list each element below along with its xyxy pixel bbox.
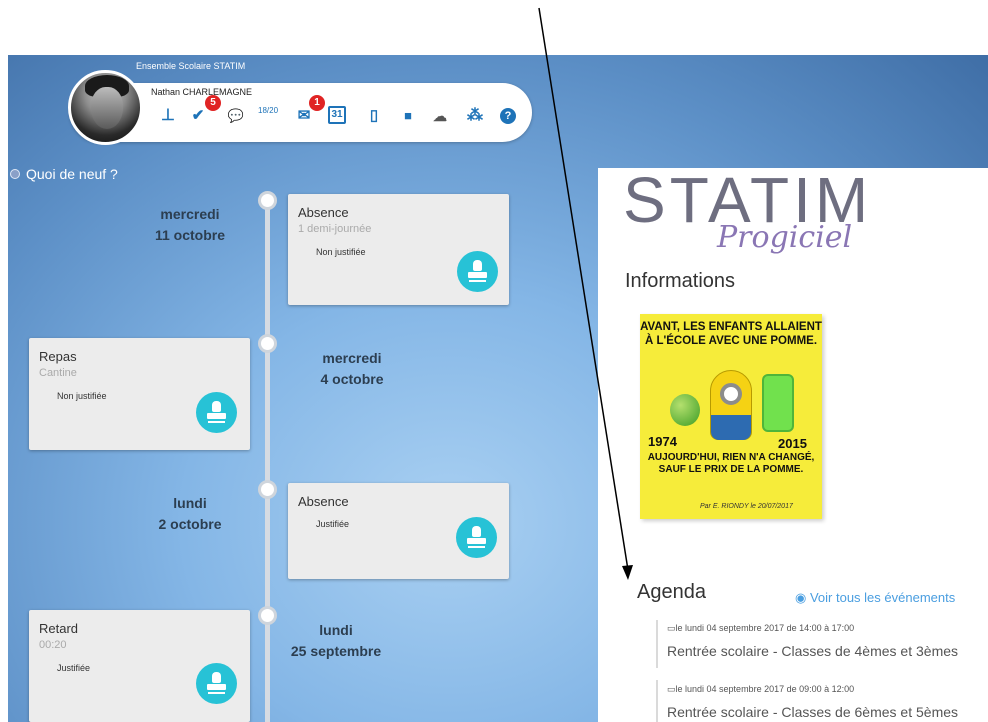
event-subtitle: Cantine bbox=[39, 367, 77, 379]
timeline-day-date: 2 octobre bbox=[158, 516, 222, 532]
timeline-day: lundi bbox=[319, 622, 353, 638]
timeline-day: mercredi bbox=[322, 350, 382, 366]
event-title: Absence bbox=[298, 494, 349, 509]
notebook-icon[interactable]: ▯ bbox=[364, 106, 384, 126]
timeline-date: mercredi 11 octobre bbox=[120, 204, 260, 246]
justify-button[interactable] bbox=[456, 517, 497, 558]
agenda-event-title[interactable]: Rentrée scolaire - Classes de 6èmes et 5… bbox=[667, 704, 958, 720]
calendar-icon[interactable]: 31 bbox=[328, 106, 346, 124]
feed-title-label: Quoi de neuf ? bbox=[26, 166, 118, 182]
chat-icon[interactable]: 💬 bbox=[226, 106, 246, 126]
agenda-title: Agenda bbox=[637, 581, 706, 603]
folder-icon[interactable]: ■ bbox=[398, 106, 418, 126]
apple-icon bbox=[670, 394, 700, 426]
user-name: Nathan CHARLEMAGNE bbox=[151, 87, 253, 97]
cloud-icon[interactable]: ☁ bbox=[430, 106, 450, 126]
justify-button[interactable] bbox=[457, 251, 498, 292]
meme-year-1974: 1974 bbox=[648, 434, 677, 449]
stamp-icon bbox=[212, 672, 221, 683]
timeline-date: mercredi 4 octobre bbox=[282, 348, 422, 390]
event-status: Non justifiée bbox=[316, 247, 366, 257]
logo-progiciel: Progiciel bbox=[717, 220, 853, 255]
timeline-date: lundi 2 octobre bbox=[120, 493, 260, 535]
timeline-node bbox=[258, 191, 277, 210]
agenda-event-title[interactable]: Rentrée scolaire - Classes de 4èmes et 3… bbox=[667, 643, 958, 659]
meme-top-text: AVANT, LES ENFANTS ALLAIENT À L'ÉCOLE AV… bbox=[640, 321, 822, 347]
calendar-small-icon: ▭ bbox=[667, 684, 676, 694]
timeline-day-date: 25 septembre bbox=[290, 643, 382, 659]
timeline-day-date: 4 octobre bbox=[320, 371, 384, 387]
stamp-icon bbox=[473, 260, 482, 271]
timeline-day: lundi bbox=[173, 495, 207, 511]
agenda-event-date: ▭le lundi 04 septembre 2017 de 14:00 à 1… bbox=[667, 623, 855, 633]
event-title: Retard bbox=[39, 621, 79, 636]
agenda-event-date: ▭le lundi 04 septembre 2017 de 09:00 à 1… bbox=[667, 684, 855, 694]
agenda-link-label: Voir tous les événements bbox=[809, 590, 956, 605]
event-status: Justifiée bbox=[57, 663, 91, 673]
school-name: Ensemble Scolaire STATIM bbox=[136, 61, 246, 71]
agenda-event-rule bbox=[656, 620, 658, 668]
meme-bottom-text: AUJOURD'HUI, RIEN N'A CHANGÉ, SAUF LE PR… bbox=[647, 452, 815, 475]
minion-icon bbox=[710, 370, 752, 440]
event-card-absence[interactable]: Absence Justifiée bbox=[288, 483, 509, 579]
network-icon[interactable]: ⁂ bbox=[465, 106, 485, 126]
event-status: Non justifiée bbox=[57, 391, 107, 401]
phone-icon bbox=[762, 374, 794, 432]
feed-title: Quoi de neuf ? bbox=[10, 166, 118, 182]
timeline-day-date: 11 octobre bbox=[154, 227, 226, 243]
timeline-day: mercredi bbox=[160, 206, 220, 222]
meme-year-2015: 2015 bbox=[778, 436, 807, 451]
grades-icon[interactable]: ⊥ bbox=[158, 106, 178, 126]
event-title: Absence bbox=[298, 205, 349, 220]
calendar-small-icon: ▭ bbox=[667, 623, 676, 633]
agenda-see-all-link[interactable]: ◉ Voir tous les événements bbox=[795, 590, 955, 606]
stamp-icon bbox=[212, 401, 221, 412]
justify-button[interactable] bbox=[196, 663, 237, 704]
event-card-repas[interactable]: Repas Cantine Non justifiée bbox=[29, 338, 250, 450]
avatar[interactable] bbox=[68, 70, 143, 145]
homework-badge: 5 bbox=[205, 95, 221, 111]
info-image[interactable]: AVANT, LES ENFANTS ALLAIENT À L'ÉCOLE AV… bbox=[640, 314, 822, 519]
bullet-icon bbox=[10, 169, 20, 179]
homework-icon[interactable]: ✔ bbox=[188, 106, 208, 126]
help-icon[interactable]: ? bbox=[500, 108, 516, 124]
event-subtitle: 00:20 bbox=[39, 639, 67, 651]
timeline-node bbox=[258, 334, 277, 353]
event-status: Justifiée bbox=[316, 519, 350, 529]
event-subtitle: 1 demi-journée bbox=[298, 223, 372, 235]
event-card-absence[interactable]: Absence 1 demi-journée Non justifiée bbox=[288, 194, 509, 305]
agenda-event-rule bbox=[656, 680, 658, 722]
event-card-retard[interactable]: Retard 00:20 Justifiée bbox=[29, 610, 250, 722]
timeline-node bbox=[258, 480, 277, 499]
informations-title: Informations bbox=[625, 270, 736, 292]
eye-icon: ◉ bbox=[795, 590, 810, 605]
page: Ensemble Scolaire STATIM Nathan CHARLEMA… bbox=[0, 0, 988, 722]
timeline-date: lundi 25 septembre bbox=[266, 620, 406, 662]
marks-icon[interactable]: 18/20 bbox=[258, 106, 278, 126]
stamp-icon bbox=[472, 526, 481, 537]
event-title: Repas bbox=[39, 349, 77, 364]
meme-credit: Par E. RIONDY le 20/07/2017 bbox=[700, 503, 793, 510]
justify-button[interactable] bbox=[196, 392, 237, 433]
mail-badge: 1 bbox=[309, 95, 325, 111]
